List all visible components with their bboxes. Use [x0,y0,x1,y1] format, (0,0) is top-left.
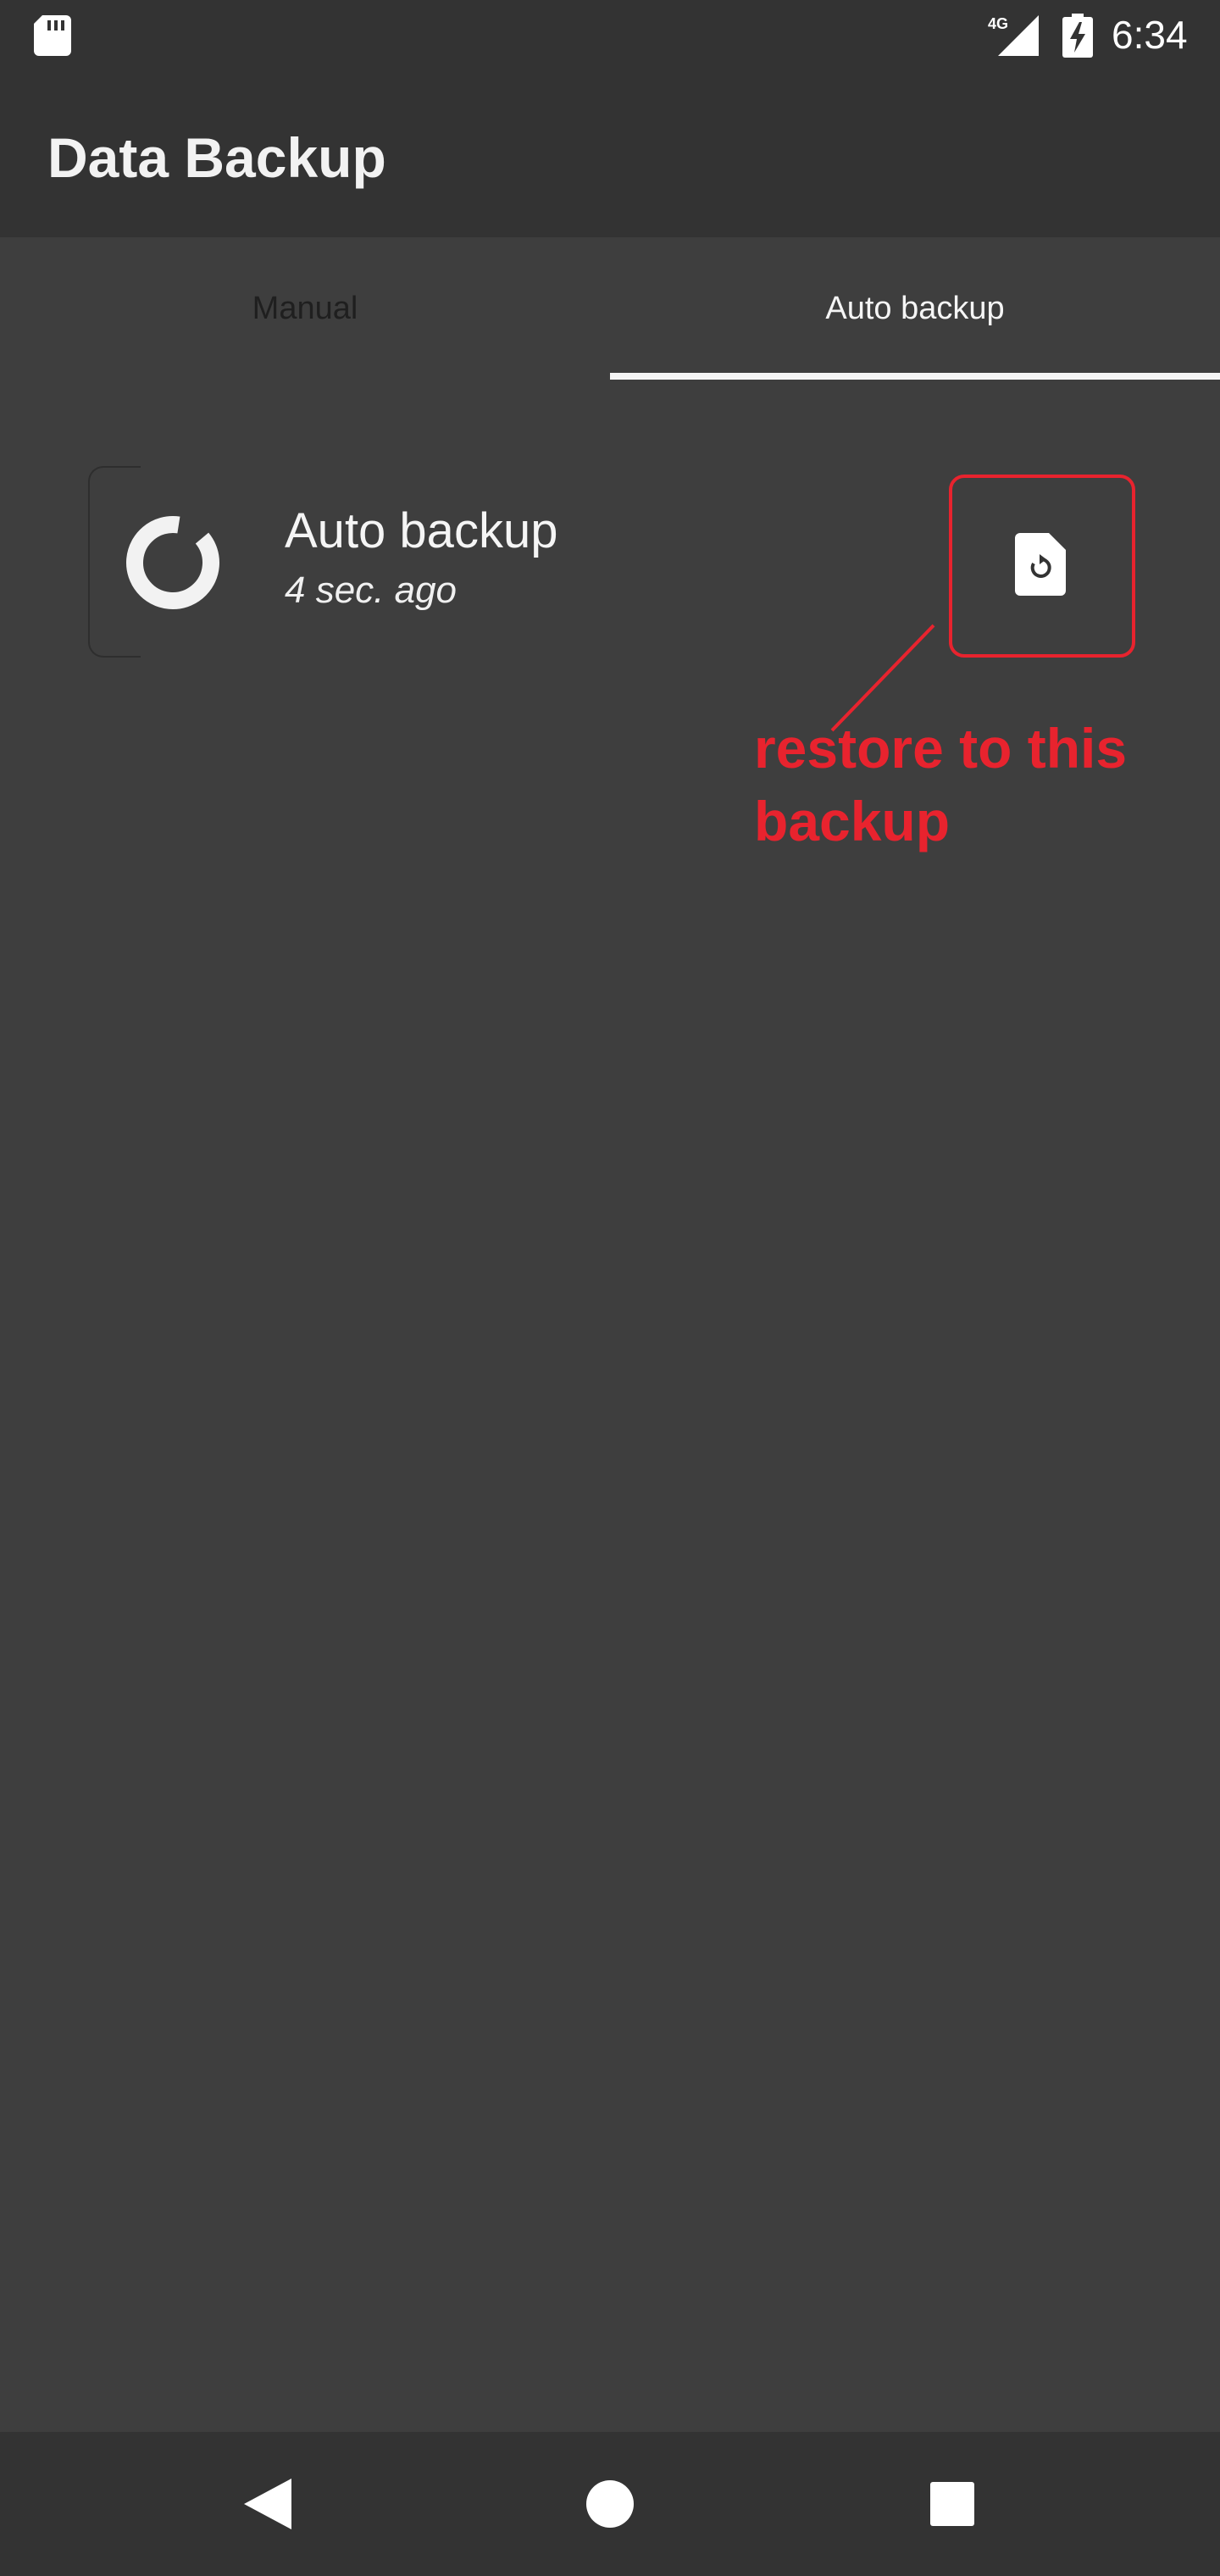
progress-ring-icon [126,516,219,609]
nav-home-button[interactable] [525,2432,695,2576]
tab-auto-backup[interactable]: Auto backup [610,237,1220,380]
backup-item-title: Auto backup [285,503,558,558]
clock: 6:34 [1112,13,1188,57]
back-icon [244,2479,291,2529]
home-icon [586,2480,634,2528]
app-bar: Data Backup [0,71,1220,237]
sd-card-icon [34,15,71,56]
annotation-highlight-box [949,475,1135,658]
nav-back-button[interactable] [183,2432,352,2576]
tab-manual[interactable]: Manual [0,237,610,380]
annotation-label: restore to this backup [754,717,1128,852]
battery-charging-icon [1062,14,1093,58]
status-bar: 4G 6:34 [0,0,1220,71]
backup-item-timestamp: 4 sec. ago [285,569,458,611]
nav-recents-button[interactable] [868,2432,1037,2576]
network-type-label: 4G [988,15,1008,32]
signal-icon: 4G [988,15,1039,56]
selected-tab-indicator [610,373,1220,380]
page-title: Data Backup [47,126,386,189]
navigation-bar [0,2432,1220,2576]
annotation-pointer-line [830,624,935,732]
recents-icon [930,2482,974,2526]
tab-bar: Manual Auto backup [0,237,1220,380]
